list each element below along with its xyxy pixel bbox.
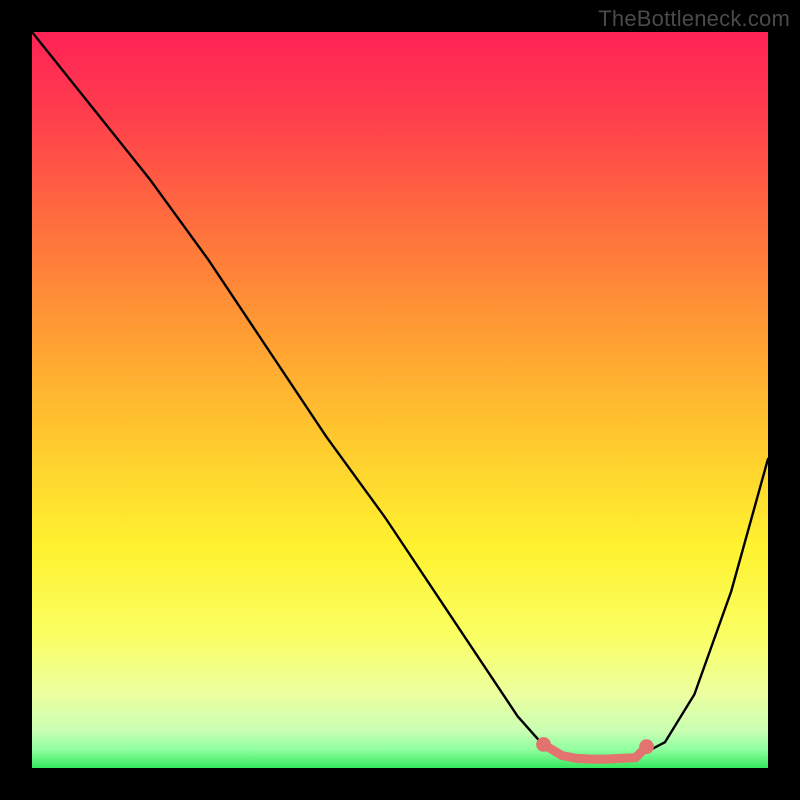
band-end-dot — [639, 739, 654, 754]
watermark-text: TheBottleneck.com — [598, 6, 790, 32]
curve-layer — [32, 32, 768, 768]
band-start-dot — [536, 737, 551, 752]
optimal-band — [544, 744, 647, 759]
chart-frame: TheBottleneck.com — [0, 0, 800, 800]
bottleneck-curve — [32, 32, 768, 759]
plot-area — [32, 32, 768, 768]
